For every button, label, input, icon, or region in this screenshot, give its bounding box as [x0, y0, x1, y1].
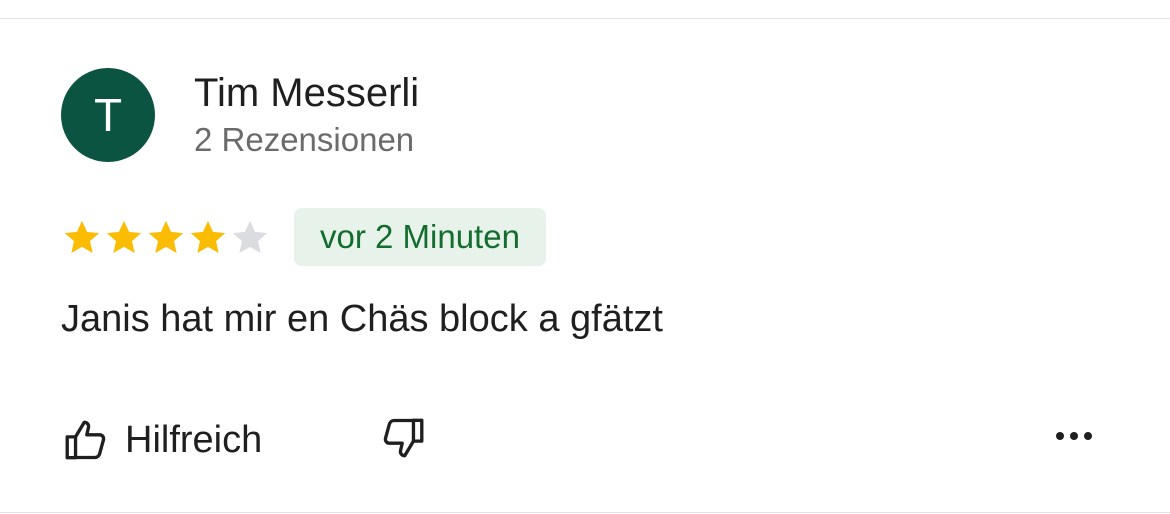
- unhelpful-button[interactable]: [372, 410, 432, 470]
- more-options-button[interactable]: [1046, 410, 1102, 466]
- reviewer-name[interactable]: Tim Messerli: [194, 70, 419, 116]
- star-empty-icon: [229, 217, 271, 259]
- review-text: Janis hat mir en Chäs block a gfätzt: [61, 298, 663, 340]
- time-badge: vor 2 Minuten: [294, 208, 546, 266]
- star-filled-icon: [187, 217, 229, 259]
- bottom-divider: [0, 512, 1170, 513]
- star-filled-icon: [61, 217, 103, 259]
- star-filled-icon: [103, 217, 145, 259]
- star-filled-icon: [145, 217, 187, 259]
- top-divider: [0, 18, 1170, 19]
- helpful-button[interactable]: Hilfreich: [61, 410, 262, 470]
- helpful-label: Hilfreich: [125, 418, 263, 461]
- more-horizontal-icon: [1054, 429, 1094, 447]
- thumbs-up-icon: [61, 414, 113, 466]
- avatar-initial: T: [93, 89, 123, 141]
- review-count: 2 Rezensionen: [194, 121, 415, 158]
- star-rating: [61, 214, 271, 262]
- avatar[interactable]: T: [61, 68, 155, 162]
- thumbs-down-icon: [377, 413, 427, 468]
